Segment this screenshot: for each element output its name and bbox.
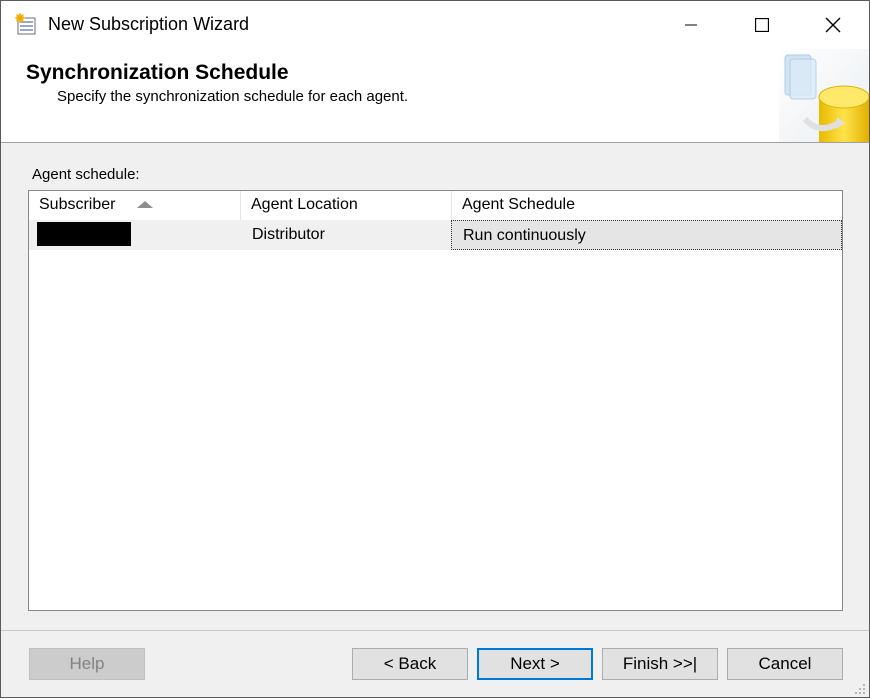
cancel-button[interactable]: Cancel (727, 648, 843, 680)
next-button[interactable]: Next > (477, 648, 593, 680)
page-subtitle: Specify the synchronization schedule for… (57, 88, 409, 105)
column-header-label: Agent Schedule (462, 196, 575, 213)
redacted-subscriber-name (37, 222, 131, 246)
window-title: New Subscription Wizard (48, 14, 250, 34)
close-icon (825, 17, 841, 33)
wizard-app-icon (15, 13, 39, 37)
back-button[interactable]: < Back (352, 648, 468, 680)
close-button[interactable] (797, 1, 869, 49)
help-button[interactable]: Help (29, 648, 145, 680)
page-header: Synchronization Schedule Specify the syn… (1, 49, 870, 143)
minimize-button[interactable] (655, 1, 727, 49)
title-bar[interactable]: New Subscription Wizard (1, 1, 869, 49)
agent-location-cell[interactable]: Distributor (252, 220, 451, 250)
column-header-agent-schedule[interactable]: Agent Schedule (452, 191, 842, 220)
finish-button[interactable]: Finish >>| (602, 648, 718, 680)
sort-ascending-icon (136, 196, 154, 214)
column-header-label: Agent Location (251, 196, 358, 213)
agent-schedule-cell[interactable]: Run continuously (451, 220, 842, 250)
agent-schedule-list[interactable]: Subscriber Agent Location Agent Schedule… (28, 190, 843, 611)
agent-schedule-label: Agent schedule: (32, 166, 140, 183)
table-row[interactable]: Distributor Run continuously (29, 220, 842, 250)
database-sync-graphic (779, 49, 870, 142)
column-header-label: Subscriber (39, 196, 116, 214)
column-header-agent-location[interactable]: Agent Location (241, 191, 452, 220)
resize-grip-icon[interactable] (854, 682, 866, 694)
page-title: Synchronization Schedule (26, 61, 289, 84)
maximize-icon (755, 18, 769, 32)
column-header-subscriber[interactable]: Subscriber (29, 191, 241, 220)
minimize-icon (685, 19, 697, 31)
list-header: Subscriber Agent Location Agent Schedule (29, 191, 842, 220)
subscriber-cell[interactable] (29, 220, 241, 250)
wizard-window: New Subscription Wizard Synchronization … (0, 0, 870, 698)
maximize-button[interactable] (726, 1, 798, 49)
footer-divider (1, 630, 869, 631)
